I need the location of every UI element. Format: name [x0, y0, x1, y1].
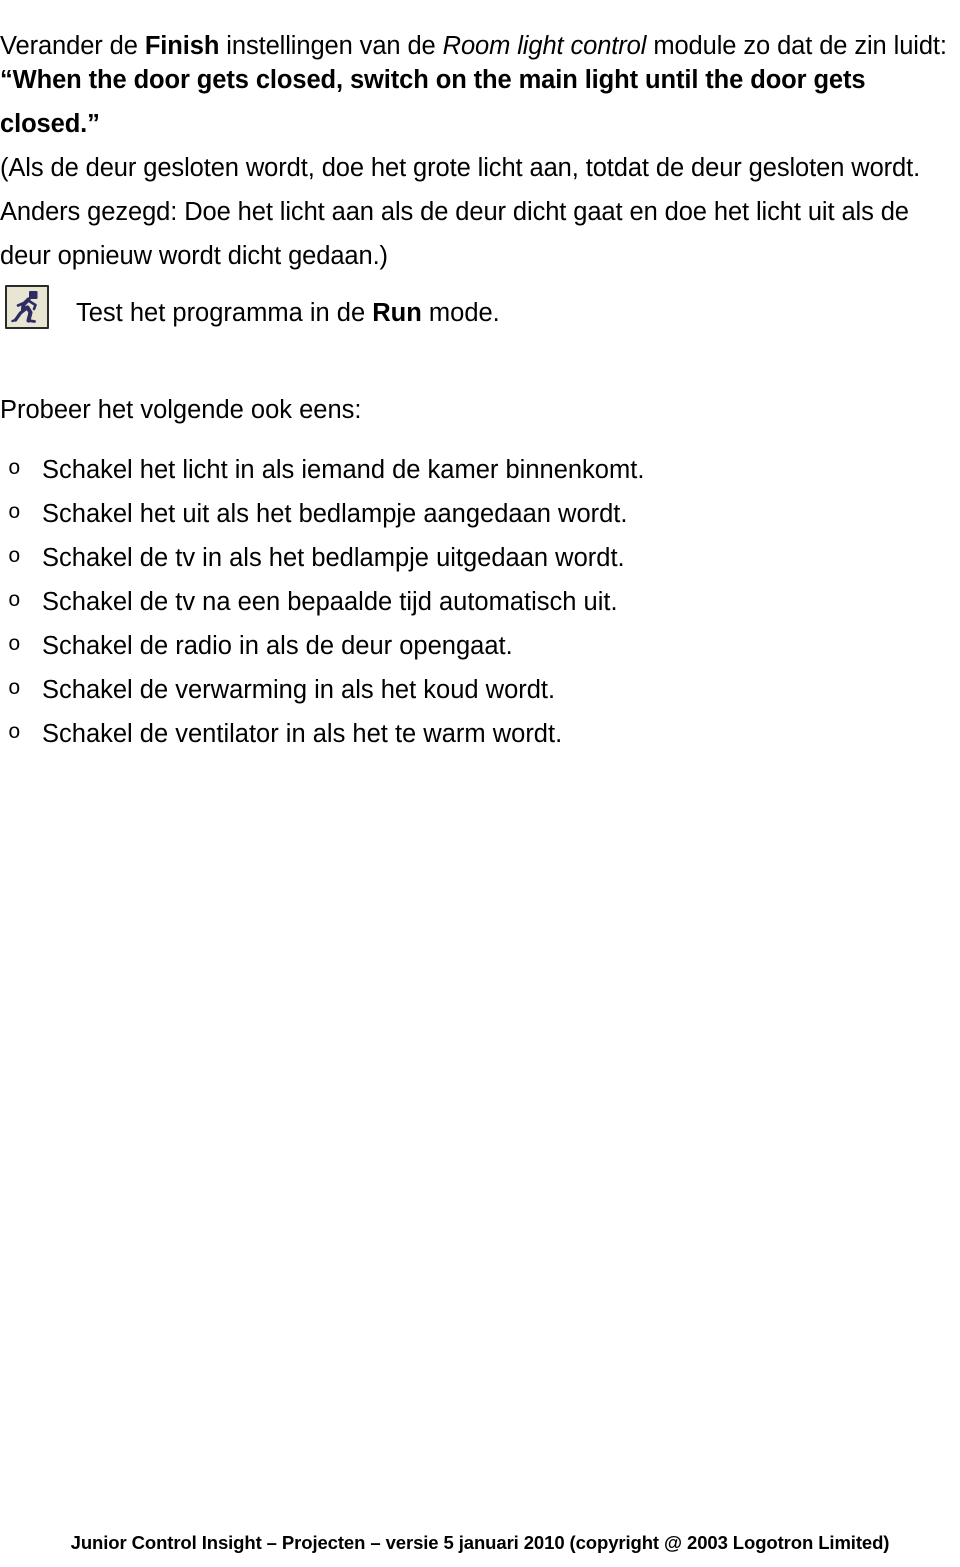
bullet-icon: o	[8, 634, 21, 657]
list-item: o Schakel de tv na een bepaalde tijd aut…	[0, 580, 960, 624]
list-item-label: Schakel de tv na een bepaalde tijd autom…	[42, 588, 618, 616]
list-item: o Schakel de tv in als het bedlampje uit…	[0, 536, 960, 580]
list-item-label: Schakel de radio in als de deur opengaat…	[42, 632, 513, 660]
try-the-following-heading: Probeer het volgende ook eens:	[0, 396, 362, 424]
intro-text-tail: module zo dat de zin luidt:	[646, 31, 947, 60]
list-item-label: Schakel de ventilator in als het te warm…	[42, 720, 563, 748]
list-item-label: Schakel het uit als het bedlampje aanged…	[42, 500, 628, 528]
test-text-lead: Test het programma in de	[76, 299, 373, 327]
bullet-icon: o	[8, 458, 21, 481]
list-item: o Schakel de radio in als de deur openga…	[0, 624, 960, 668]
list-item-label: Schakel het licht in als iemand de kamer…	[42, 456, 645, 484]
list-item: o Schakel het uit als het bedlampje aang…	[0, 492, 960, 536]
suggestion-list: o Schakel het licht in als iemand de kam…	[0, 448, 960, 756]
list-item: o Schakel het licht in als iemand de kam…	[0, 448, 960, 492]
page-footer: Junior Control Insight – Projecten – ver…	[70, 1532, 890, 1553]
list-item-label: Schakel de tv in als het bedlampje uitge…	[42, 544, 625, 572]
document-page: Verander de Finish instellingen van de R…	[0, 0, 960, 1567]
bullet-icon: o	[8, 722, 21, 745]
run-mode-icon	[5, 285, 49, 329]
finish-term: Finish	[144, 31, 220, 60]
bullet-icon: o	[8, 590, 21, 613]
intro-text-mid: instellingen van de	[219, 31, 443, 60]
test-instruction: Test het programma in de Run mode.	[76, 291, 500, 335]
bullet-icon: o	[8, 546, 21, 569]
list-item: o Schakel de ventilator in als het te wa…	[0, 712, 960, 756]
module-name: Room light control	[442, 31, 647, 60]
list-item-label: Schakel de verwarming in als het koud wo…	[42, 676, 556, 704]
bullet-icon: o	[8, 678, 21, 701]
bullet-icon: o	[8, 502, 21, 525]
list-item: o Schakel de verwarming in als het koud …	[0, 668, 960, 712]
english-quote: “When the door gets closed, switch on th…	[0, 65, 866, 138]
intro-text-lead: Verander de	[0, 31, 145, 60]
run-term: Run	[372, 299, 422, 327]
test-text-tail: mode.	[421, 299, 500, 327]
dutch-explanation: (Als de deur gesloten wordt, doe het gro…	[0, 153, 921, 270]
